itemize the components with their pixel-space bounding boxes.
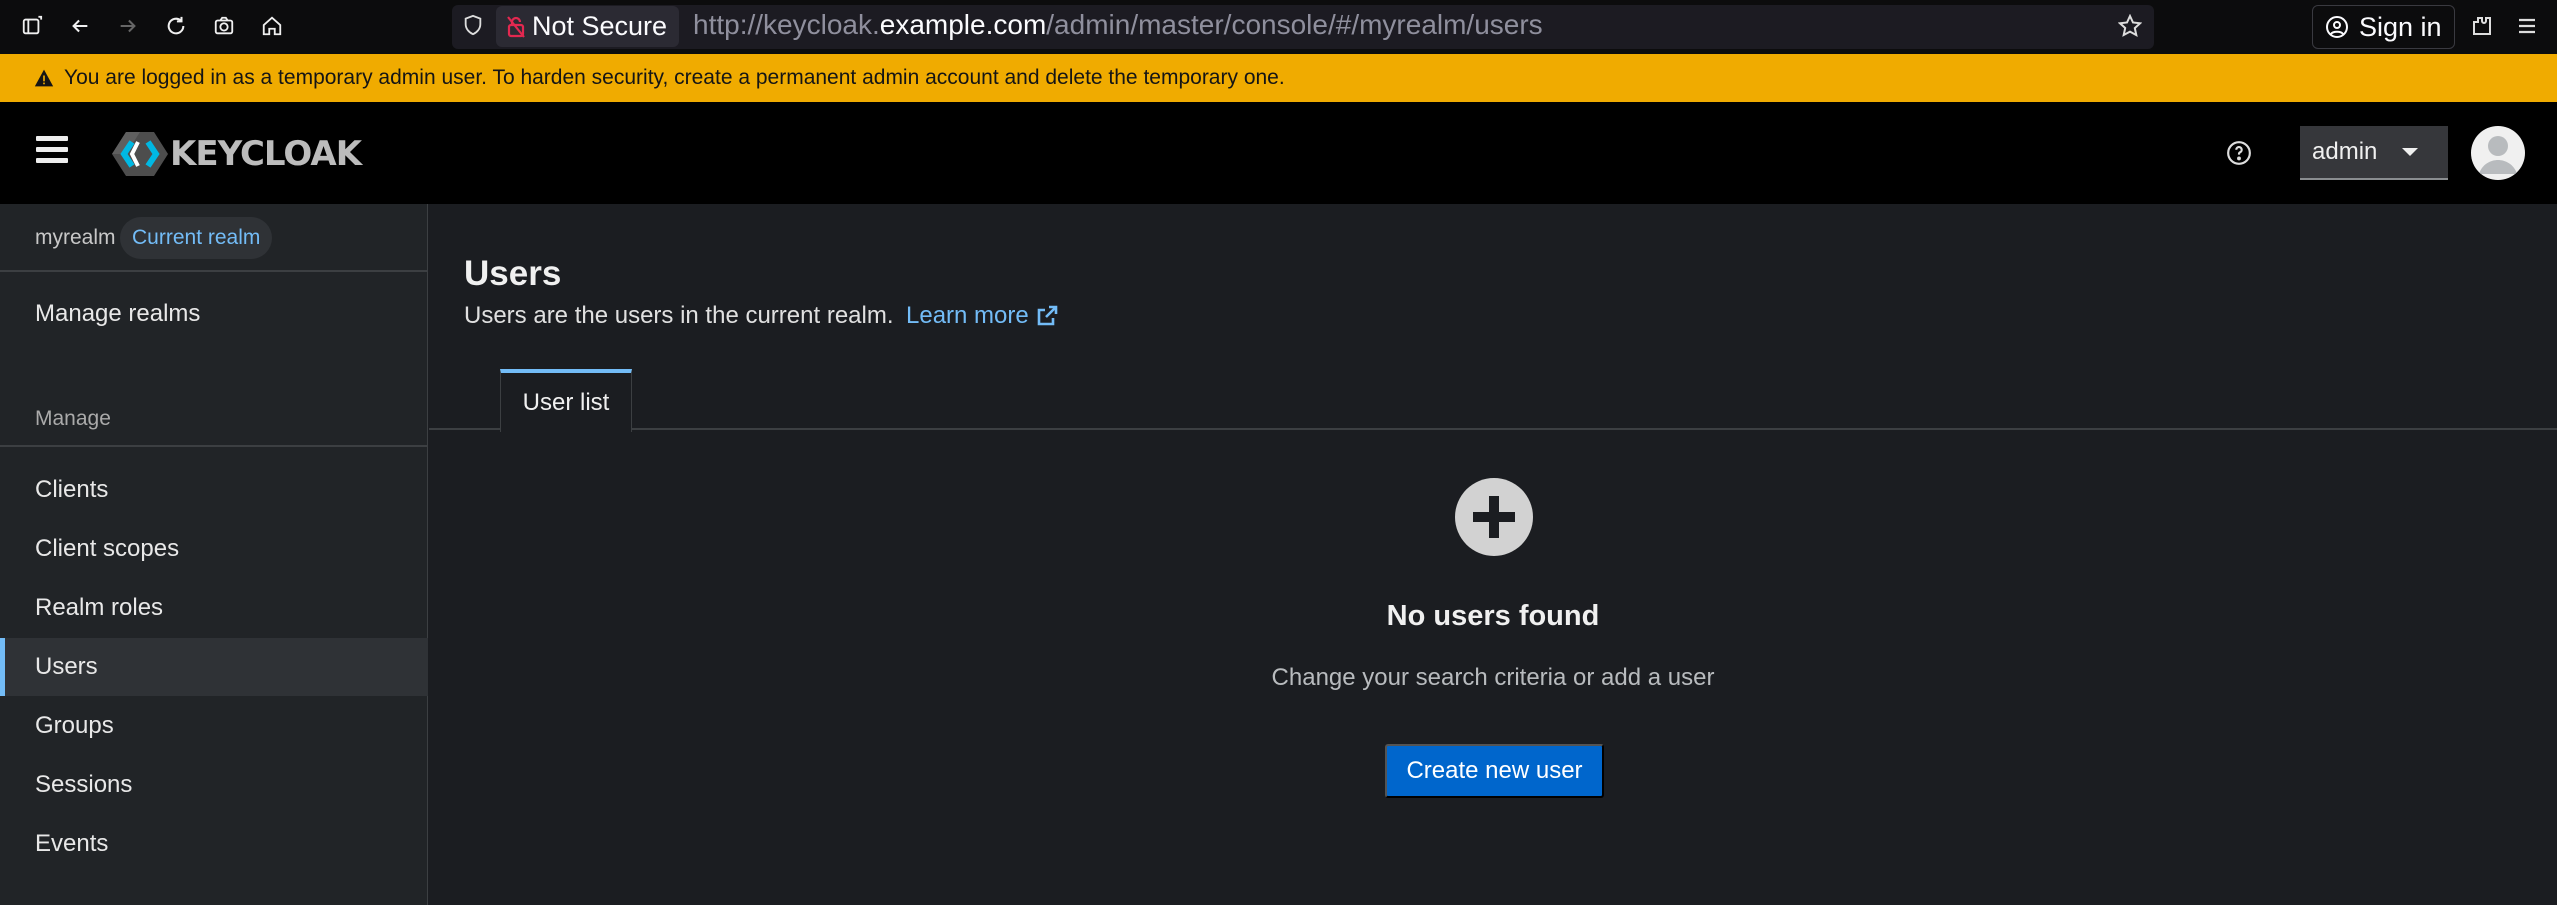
app-menu-icon[interactable] <box>2515 14 2539 38</box>
reload-icon[interactable] <box>160 10 192 42</box>
user-avatar-icon <box>2479 136 2517 174</box>
sidebar-item-client-scopes[interactable]: Client scopes <box>0 520 428 578</box>
sidebar-item-sessions[interactable]: Sessions <box>0 756 428 814</box>
logo-text: KEYCLOAK <box>170 134 362 174</box>
realm-selector[interactable]: myrealm Current realm <box>0 204 428 272</box>
account-icon <box>2326 16 2348 38</box>
home-icon[interactable] <box>256 10 288 42</box>
caret-down-icon <box>2402 148 2418 156</box>
broken-lock-icon <box>507 15 525 38</box>
empty-state-title: No users found <box>1386 600 1600 632</box>
sidebar-item-realm-roles[interactable]: Realm roles <box>0 579 428 637</box>
url-text[interactable]: http://keycloak.example.com/admin/master… <box>693 9 1543 41</box>
sidebar-toggle-icon[interactable] <box>16 10 48 42</box>
bookmark-star-icon[interactable] <box>2117 13 2143 38</box>
forward-icon[interactable] <box>112 10 144 42</box>
help-icon[interactable] <box>2226 140 2252 166</box>
sidebar: myrealm Current realm Manage realms Mana… <box>0 204 428 905</box>
user-menu-label: admin <box>2312 138 2378 165</box>
temporary-admin-banner: You are logged in as a temporary admin u… <box>0 54 2557 102</box>
keycloak-logo[interactable]: KEYCLOAK <box>112 130 362 178</box>
sidebar-item-users[interactable]: Users <box>0 638 428 696</box>
banner-message: You are logged in as a temporary admin u… <box>64 66 1285 89</box>
realm-name: myrealm <box>35 226 116 249</box>
main-content: Users Users are the users in the current… <box>429 204 2557 905</box>
external-link-icon <box>1037 305 1058 326</box>
sign-in-button[interactable]: Sign in <box>2312 5 2455 49</box>
sidebar-item-manage-realms[interactable]: Manage realms <box>0 285 428 343</box>
shield-icon[interactable] <box>462 14 484 38</box>
sidebar-item-groups[interactable]: Groups <box>0 697 428 755</box>
avatar[interactable] <box>2471 126 2525 180</box>
sidebar-divider <box>0 445 428 447</box>
page-description: Users are the users in the current realm… <box>464 302 894 329</box>
tab-active-gap <box>501 428 631 430</box>
sidebar-item-clients[interactable]: Clients <box>0 461 428 519</box>
page-title: Users <box>464 254 562 293</box>
url-prefix: http://keycloak. <box>693 9 880 40</box>
keycloak-logo-icon <box>112 132 168 176</box>
create-new-user-button[interactable]: Create new user <box>1385 744 1604 798</box>
browser-toolbar: Not Secure http://keycloak.example.com/a… <box>0 0 2557 54</box>
extensions-icon[interactable] <box>2470 14 2494 38</box>
tab-user-list[interactable]: User list <box>500 369 632 432</box>
screenshot-icon[interactable] <box>208 10 240 42</box>
masthead: KEYCLOAK admin <box>0 102 2557 204</box>
empty-state-body: Change your search criteria or add a use… <box>1271 664 1715 691</box>
sidebar-item-events[interactable]: Events <box>0 815 428 873</box>
url-path: /admin/master/console/#/myrealm/users <box>1046 9 1543 40</box>
warning-icon <box>34 69 54 87</box>
learn-more-label: Learn more <box>906 302 1029 329</box>
tabs-divider <box>429 428 2557 430</box>
sidebar-section-manage: Manage <box>35 407 111 430</box>
url-host: example.com <box>879 9 1047 40</box>
sign-in-label: Sign in <box>2359 11 2442 42</box>
nav-toggle-icon[interactable] <box>36 136 68 168</box>
current-realm-badge: Current realm <box>120 217 273 259</box>
not-secure-label: Not Secure <box>532 11 668 41</box>
user-menu-dropdown[interactable]: admin <box>2300 126 2448 180</box>
not-secure-indicator[interactable]: Not Secure <box>496 6 680 47</box>
learn-more-link[interactable]: Learn more <box>906 302 1059 330</box>
plus-circle-icon <box>1455 478 1533 556</box>
back-icon[interactable] <box>64 10 96 42</box>
